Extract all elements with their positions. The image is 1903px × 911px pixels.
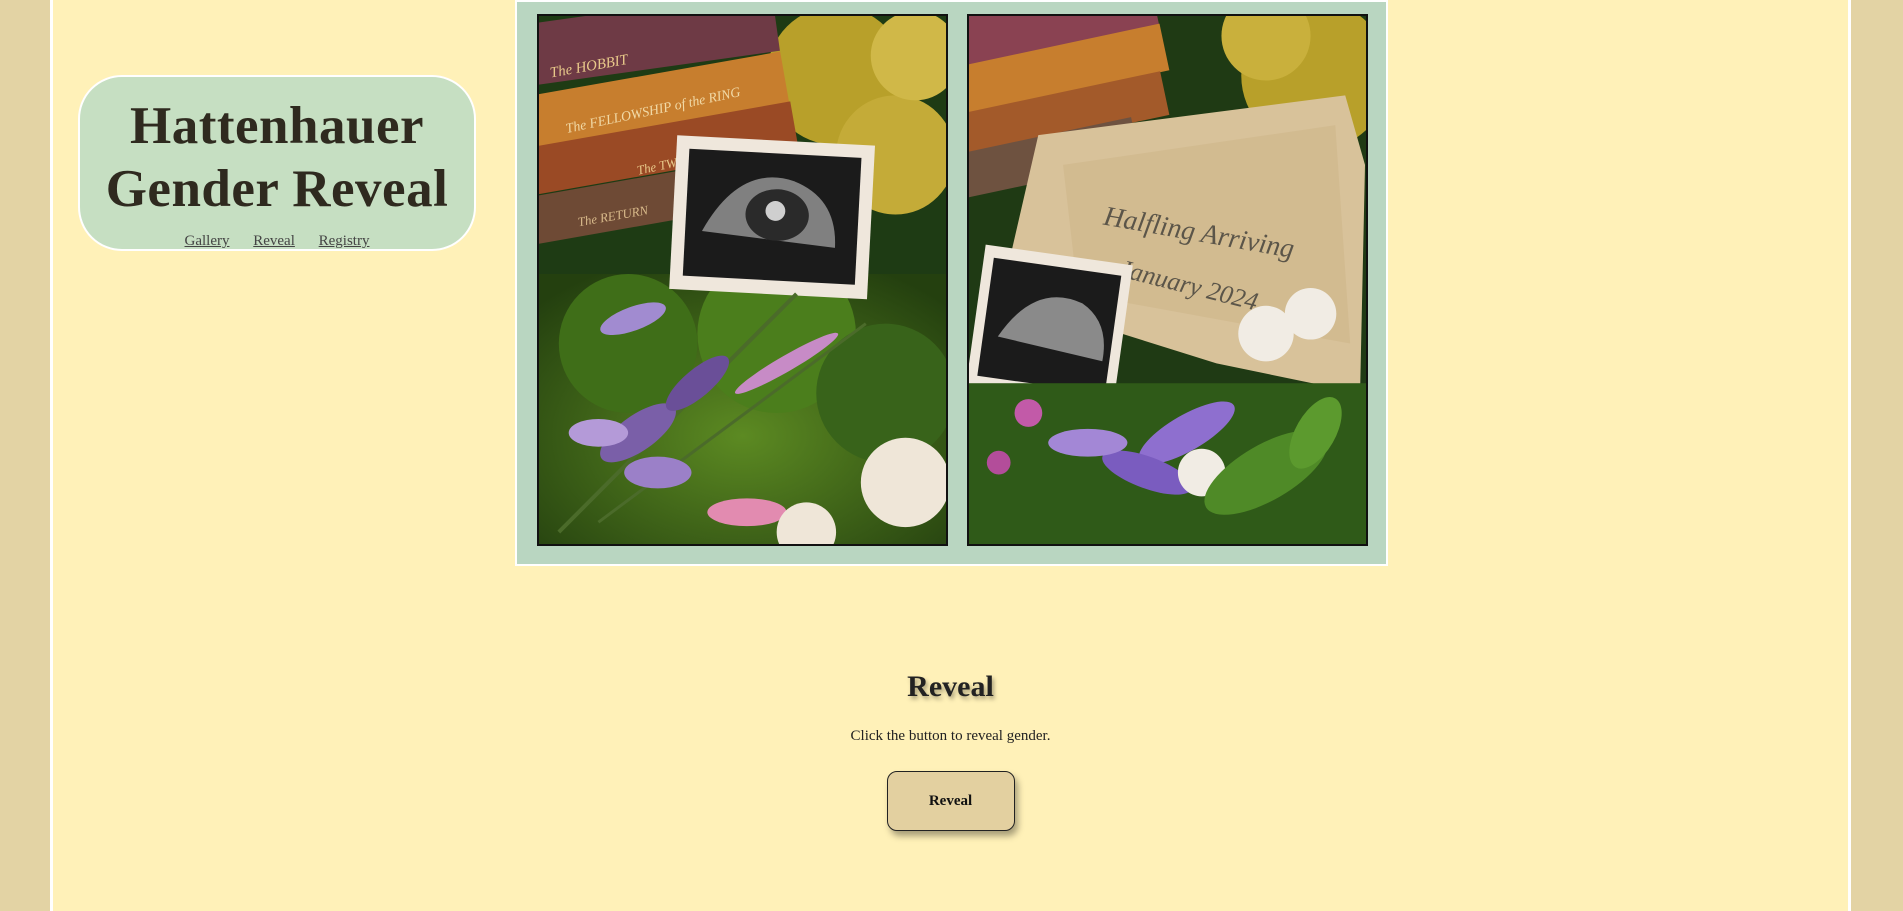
photo-books-ultrasound-image: The HOBBIT The FELLOWSHIP of the RING Th… xyxy=(539,16,946,544)
nav-link-registry[interactable]: Registry xyxy=(319,233,370,249)
site-header: Hattenhauer Gender Reveal Gallery Reveal… xyxy=(78,75,476,251)
reveal-heading: Reveal xyxy=(907,670,994,703)
gallery-photo-books-ultrasound[interactable]: The HOBBIT The FELLOWSHIP of the RING Th… xyxy=(537,14,948,546)
nav-link-reveal[interactable]: Reveal xyxy=(253,233,295,249)
nav-link-gallery[interactable]: Gallery xyxy=(185,233,230,249)
reveal-button[interactable]: Reveal xyxy=(886,771,1015,831)
reveal-instruction: Click the button to reveal gender. xyxy=(850,728,1051,744)
gallery-photo-parchment-announcement[interactable]: Halfling Arriving January 2024 xyxy=(967,14,1368,546)
ultrasound-print xyxy=(669,135,876,300)
photo-parchment-image: Halfling Arriving January 2024 xyxy=(969,16,1366,544)
site-title-line-1: Hattenhauer xyxy=(129,97,425,155)
page-container: Hattenhauer Gender Reveal Gallery Reveal… xyxy=(50,0,1851,911)
photo-gallery: The HOBBIT The FELLOWSHIP of the RING Th… xyxy=(515,0,1388,566)
site-title-line-2: Gender Reveal xyxy=(105,160,449,218)
reveal-section: Reveal Click the button to reveal gender… xyxy=(53,670,1848,831)
main-nav: Gallery Reveal Registry xyxy=(80,233,474,250)
site-title: Hattenhauer Gender Reveal xyxy=(80,95,474,221)
